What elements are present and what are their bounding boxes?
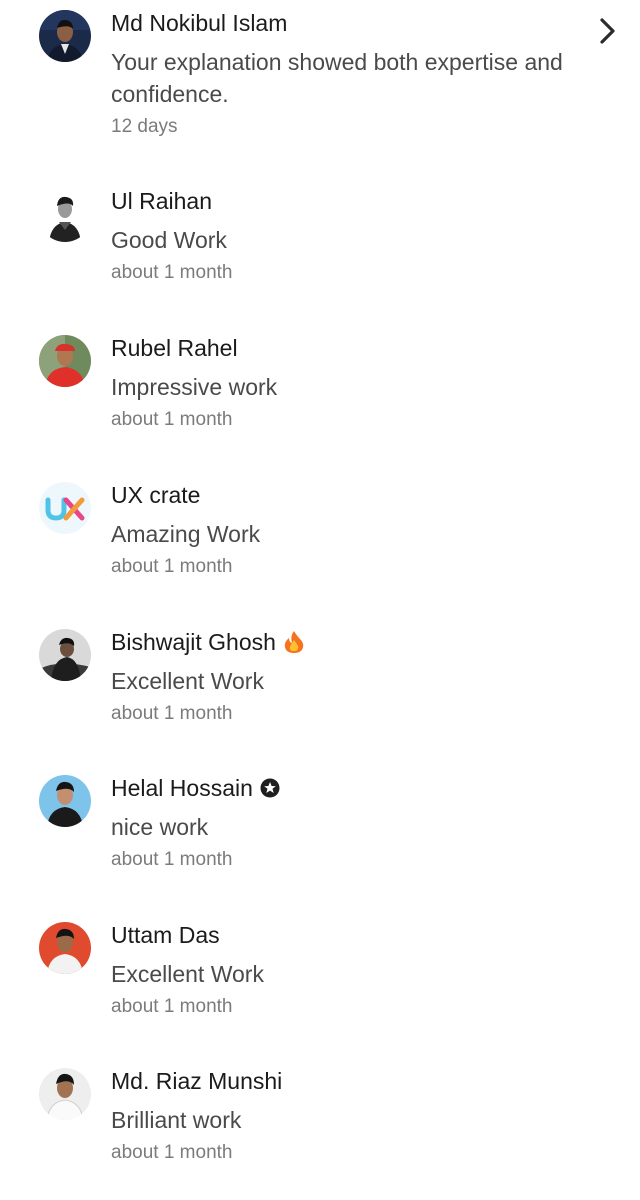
user-name[interactable]: Rubel Rahel	[111, 333, 591, 363]
user-name[interactable]: UX crate	[111, 480, 591, 510]
person-light-avatar-icon	[39, 1068, 91, 1120]
comment-text: Your explanation showed both expertise a…	[111, 49, 563, 107]
timestamp: about 1 month	[111, 996, 233, 1017]
avatar	[39, 335, 91, 387]
ux-logo-avatar-icon	[39, 482, 91, 534]
chevron-right-icon[interactable]	[596, 16, 620, 46]
fire-icon	[283, 630, 305, 654]
timestamp: about 1 month	[111, 849, 233, 870]
avatar	[39, 1068, 91, 1120]
timestamp: about 1 month	[111, 556, 233, 577]
person-dark-avatar-icon	[39, 629, 91, 681]
timestamp: about 1 month	[111, 409, 233, 430]
person-red-avatar-icon	[39, 335, 91, 387]
person-blue-avatar-icon	[39, 775, 91, 827]
timestamp: 12 days	[111, 116, 178, 137]
star-badge-icon	[260, 778, 280, 798]
person-bw-avatar-icon	[39, 190, 91, 242]
user-name[interactable]: Ul Raihan	[111, 186, 591, 216]
user-name[interactable]: Helal Hossain	[111, 773, 591, 803]
comment-text: Amazing Work	[111, 521, 261, 547]
comment-text: Good Work	[111, 227, 227, 253]
person-suit-avatar-icon	[39, 10, 91, 62]
avatar	[39, 922, 91, 974]
user-name[interactable]: Md. Riaz Munshi	[111, 1066, 591, 1096]
comment-text: nice work	[111, 814, 209, 840]
avatar	[39, 482, 91, 534]
avatar	[39, 775, 91, 827]
comment-text: Excellent Work	[111, 668, 264, 694]
avatar	[39, 10, 91, 62]
user-name[interactable]: Md Nokibul Islam	[111, 8, 591, 38]
avatar	[39, 190, 91, 242]
comment-text: Brilliant work	[111, 1107, 242, 1133]
timestamp: about 1 month	[111, 703, 233, 724]
comment-text: Impressive work	[111, 374, 278, 400]
user-name[interactable]: Uttam Das	[111, 920, 591, 950]
timestamp: about 1 month	[111, 1142, 233, 1163]
comment-text: Excellent Work	[111, 961, 264, 987]
timestamp: about 1 month	[111, 262, 233, 283]
user-name[interactable]: Bishwajit Ghosh	[111, 627, 591, 657]
avatar	[39, 629, 91, 681]
person-orange-avatar-icon	[39, 922, 91, 974]
